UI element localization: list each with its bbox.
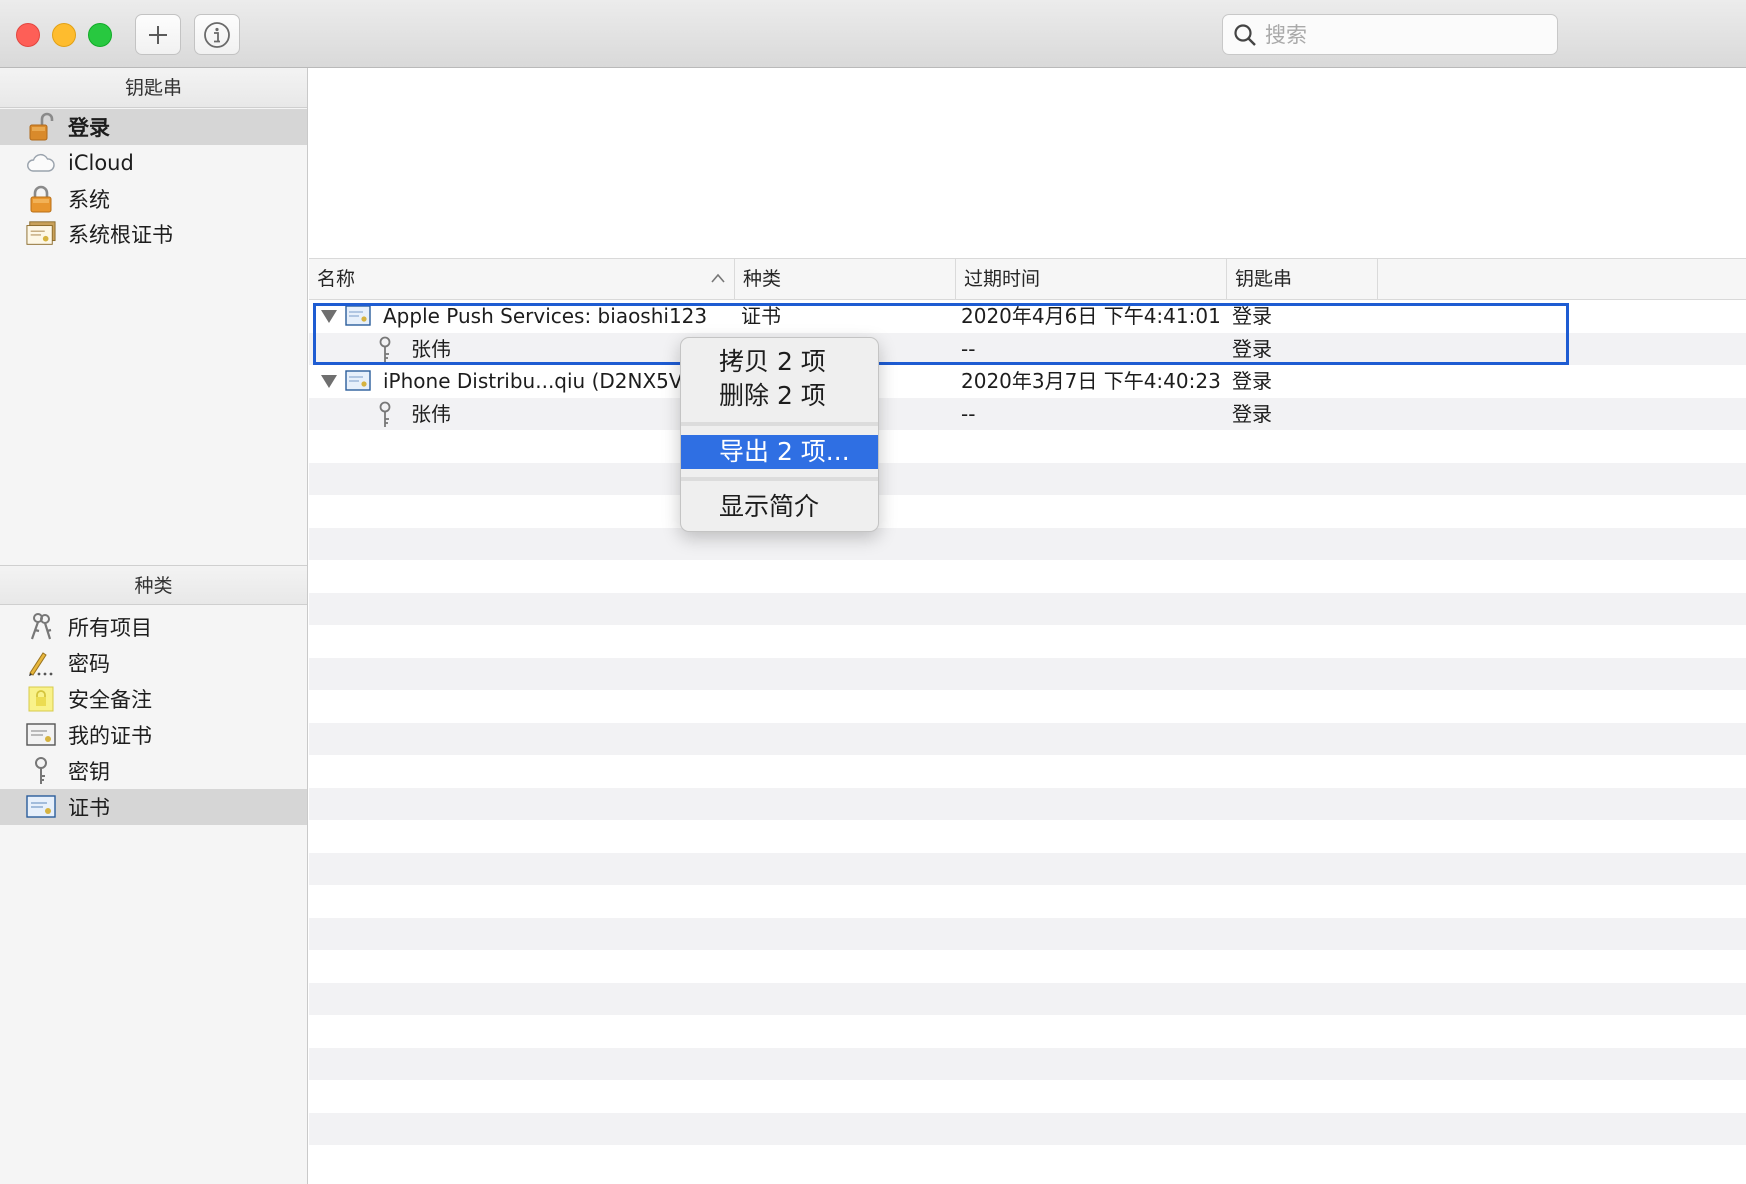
minimize-window-button[interactable] xyxy=(52,23,76,47)
sidebar-item-keys[interactable]: 密钥 xyxy=(0,753,307,789)
sidebar-item-system[interactable]: 系统 xyxy=(0,181,307,217)
sidebar-item-system-roots[interactable]: 系统根证书 xyxy=(0,216,307,252)
table-row-stripe xyxy=(309,787,1746,820)
key-icon xyxy=(26,756,56,786)
category-header: 种类 xyxy=(0,565,307,605)
column-header-label: 钥匙串 xyxy=(1235,268,1293,290)
keychains-header: 钥匙串 xyxy=(0,68,307,108)
cell-name: iPhone Distribu...qiu (D2NX5VDR xyxy=(383,369,683,393)
table-row-stripe xyxy=(309,852,1746,885)
sort-ascending-icon xyxy=(711,273,725,283)
search-input[interactable] xyxy=(1265,22,1545,47)
certificate-icon xyxy=(345,305,371,326)
sidebar-item-label: 安全备注 xyxy=(68,688,152,712)
column-header-label: 名称 xyxy=(317,268,356,290)
cell-name: Apple Push Services: biaoshi123 xyxy=(383,304,708,328)
key-icon xyxy=(379,401,391,427)
cell-keychain: 登录 xyxy=(1232,401,1272,426)
certificate-icon xyxy=(26,720,56,750)
sidebar-item-secure-notes[interactable]: 安全备注 xyxy=(0,681,307,717)
sidebar-item-label: 证书 xyxy=(68,796,110,820)
sidebar-item-certificates[interactable]: 证书 xyxy=(0,789,307,825)
cell-keychain: 登录 xyxy=(1232,304,1272,328)
sidebar-item-my-certificates[interactable]: 我的证书 xyxy=(0,717,307,753)
table-row-stripe xyxy=(309,527,1746,560)
zoom-window-button[interactable] xyxy=(88,23,112,47)
sidebar-item-label: 系统根证书 xyxy=(68,223,173,247)
cell-keychain: 登录 xyxy=(1232,336,1272,361)
sidebar-item-label: 所有项目 xyxy=(68,616,152,640)
add-item-button[interactable] xyxy=(135,14,181,55)
certificate-icon xyxy=(345,370,371,391)
table-row-stripe xyxy=(309,917,1746,950)
menu-item-delete[interactable]: 删除 2 项 xyxy=(681,379,878,413)
padlock-icon xyxy=(26,184,56,214)
menu-item-export[interactable]: 导出 2 项... xyxy=(681,435,878,469)
certificate-icon xyxy=(26,792,56,822)
item-detail-pane xyxy=(309,68,1746,258)
info-icon xyxy=(204,21,230,48)
column-header-name[interactable]: 名称 xyxy=(309,259,734,300)
column-header-label: 过期时间 xyxy=(964,268,1041,290)
menu-item-get-info[interactable]: 显示简介 xyxy=(681,490,878,524)
note-icon xyxy=(26,684,56,714)
menu-separator xyxy=(681,477,878,481)
sidebar-item-label: 密码 xyxy=(68,652,110,676)
disclosure-triangle-icon[interactable] xyxy=(321,375,337,388)
unlocked-padlock-icon xyxy=(26,112,56,142)
cell-keychain: 登录 xyxy=(1232,369,1272,393)
sidebar-item-all-items[interactable]: 所有项目 xyxy=(0,609,307,645)
plus-icon xyxy=(149,25,167,44)
pencil-icon xyxy=(26,648,56,678)
table-row[interactable]: 张伟 -- 登录 xyxy=(309,332,1746,365)
table-row-stripe xyxy=(309,982,1746,1015)
certificates-icon xyxy=(26,219,56,249)
menu-item-copy[interactable]: 拷贝 2 项 xyxy=(681,345,878,379)
cell-name: 张伟 xyxy=(411,401,451,426)
info-button[interactable] xyxy=(194,14,240,55)
search-icon xyxy=(1234,23,1256,46)
cloud-icon xyxy=(26,148,56,178)
table-row[interactable]: Apple Push Services: biaoshi123 证书 2020年… xyxy=(309,300,1746,333)
table-row[interactable]: 张伟 -- 登录 xyxy=(309,397,1746,430)
table-row-stripe xyxy=(309,657,1746,690)
disclosure-triangle-icon[interactable] xyxy=(321,310,337,323)
cell-name: 张伟 xyxy=(411,336,451,361)
search-field[interactable] xyxy=(1222,14,1558,55)
column-header-kind[interactable]: 种类 xyxy=(734,259,955,300)
sidebar-item-label: 密钥 xyxy=(68,760,110,784)
sidebar-item-label: iCloud xyxy=(68,151,134,175)
sidebar-item-passwords[interactable]: 密码 xyxy=(0,645,307,681)
sidebar: 钥匙串 登录 iCloud 系统 系统根证书 种类 所有项目 密码 安全备注 我… xyxy=(0,68,308,1184)
table-row-stripe xyxy=(309,1112,1746,1145)
cell-kind: 证书 xyxy=(741,304,781,328)
sidebar-item-icloud[interactable]: iCloud xyxy=(0,145,307,181)
close-window-button[interactable] xyxy=(16,23,40,47)
sidebar-item-label: 系统 xyxy=(68,188,110,212)
sidebar-item-label: 登录 xyxy=(68,116,110,140)
table-row[interactable]: iPhone Distribu...qiu (D2NX5VDR 2020年3月7… xyxy=(309,365,1746,398)
items-table: Apple Push Services: biaoshi123 证书 2020年… xyxy=(309,300,1746,1184)
table-row-stripe xyxy=(309,1047,1746,1080)
table-row-stripe xyxy=(309,722,1746,755)
context-menu: 拷贝 2 项 删除 2 项 导出 2 项... 显示简介 xyxy=(680,337,879,532)
cell-expires: -- xyxy=(961,336,976,361)
table-row-stripe xyxy=(309,592,1746,625)
sidebar-item-login[interactable]: 登录 xyxy=(0,109,307,145)
table-row-stripe xyxy=(309,462,1746,495)
table-header: 名称 种类 过期时间 钥匙串 xyxy=(309,258,1746,300)
column-header-expires[interactable]: 过期时间 xyxy=(955,259,1226,300)
cell-expires: -- xyxy=(961,401,976,426)
keys-icon xyxy=(26,612,56,642)
key-icon xyxy=(379,336,391,362)
toolbar xyxy=(0,0,1746,68)
menu-separator xyxy=(681,422,878,426)
column-header-label: 种类 xyxy=(743,268,782,290)
column-header-keychain[interactable]: 钥匙串 xyxy=(1226,259,1378,300)
cell-expires: 2020年4月6日 下午4:41:01 xyxy=(961,304,1221,328)
sidebar-item-label: 我的证书 xyxy=(68,724,152,748)
cell-expires: 2020年3月7日 下午4:40:23 xyxy=(961,369,1221,393)
